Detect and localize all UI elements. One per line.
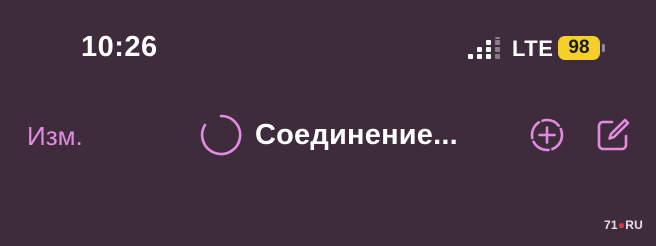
nav-title-group: Соединение... (199, 112, 458, 158)
status-bar: 10:26 LTE 98 (0, 0, 656, 100)
watermark-logo: 71●RU (604, 218, 643, 232)
clock: 10:26 (81, 31, 158, 63)
screen: 10:26 LTE 98 Изм. Соединение... 71●RU (0, 0, 656, 246)
watermark-suffix: RU (625, 218, 643, 232)
edit-button[interactable]: Изм. (27, 121, 83, 152)
signal-strength-icon (468, 37, 500, 59)
network-type: LTE (512, 36, 554, 61)
battery-indicator: 98 (558, 36, 600, 60)
new-chat-icon[interactable] (527, 115, 567, 155)
spinner-icon (200, 114, 242, 156)
battery-tip (602, 44, 605, 52)
compose-icon[interactable] (593, 115, 633, 155)
watermark-prefix: 71 (604, 218, 618, 232)
page-title: Соединение... (255, 118, 458, 151)
